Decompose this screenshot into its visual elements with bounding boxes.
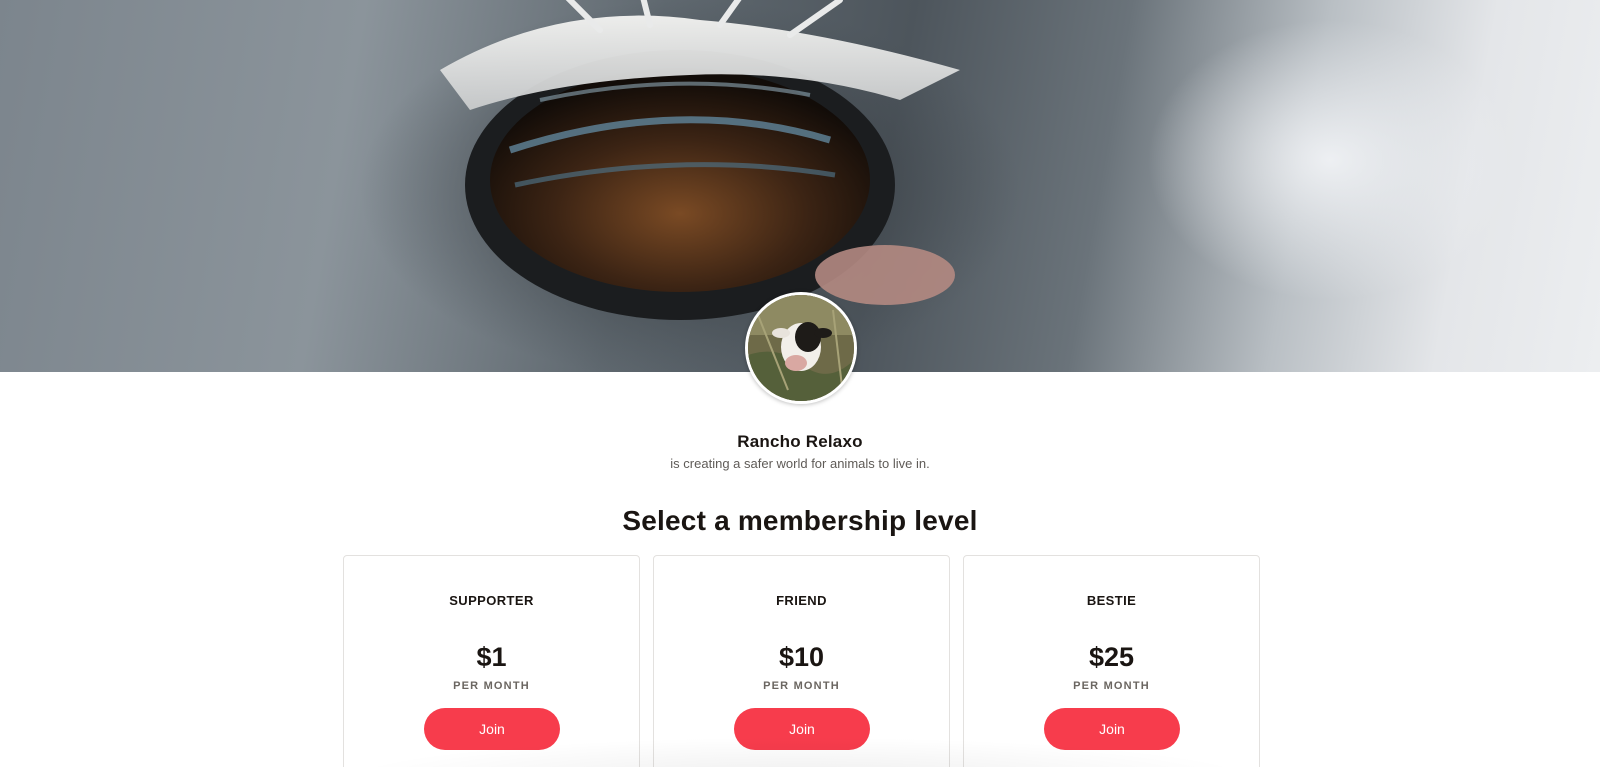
join-button-friend[interactable]: Join [734,708,870,750]
tier-price: $25 [1088,642,1135,672]
tier-price: $10 [778,642,825,672]
join-button-supporter[interactable]: Join [424,708,560,750]
creator-tagline: is creating a safer world for animals to… [670,456,930,471]
tier-card-supporter: SUPPORTER $1 PER MONTH Join [343,555,640,767]
membership-section-title: Select a membership level [622,505,978,536]
tier-card-friend: FRIEND $10 PER MONTH Join [653,555,950,767]
creator-avatar[interactable] [745,292,857,404]
tier-name: SUPPORTER [449,593,534,608]
tier-period: PER MONTH [763,680,840,692]
creator-name: Rancho Relaxo [737,432,863,451]
tier-period: PER MONTH [1073,680,1150,692]
join-button-bestie[interactable]: Join [1044,708,1180,750]
membership-tiers: SUPPORTER $1 PER MONTH Join FRIEND $10 P… [343,555,1260,767]
tier-price: $1 [476,642,507,672]
tier-card-bestie: BESTIE $25 PER MONTH Join [963,555,1260,767]
tier-period: PER MONTH [453,680,530,692]
cow-avatar-image [748,295,854,401]
tier-name: FRIEND [776,593,827,608]
tier-name: BESTIE [1086,593,1137,608]
